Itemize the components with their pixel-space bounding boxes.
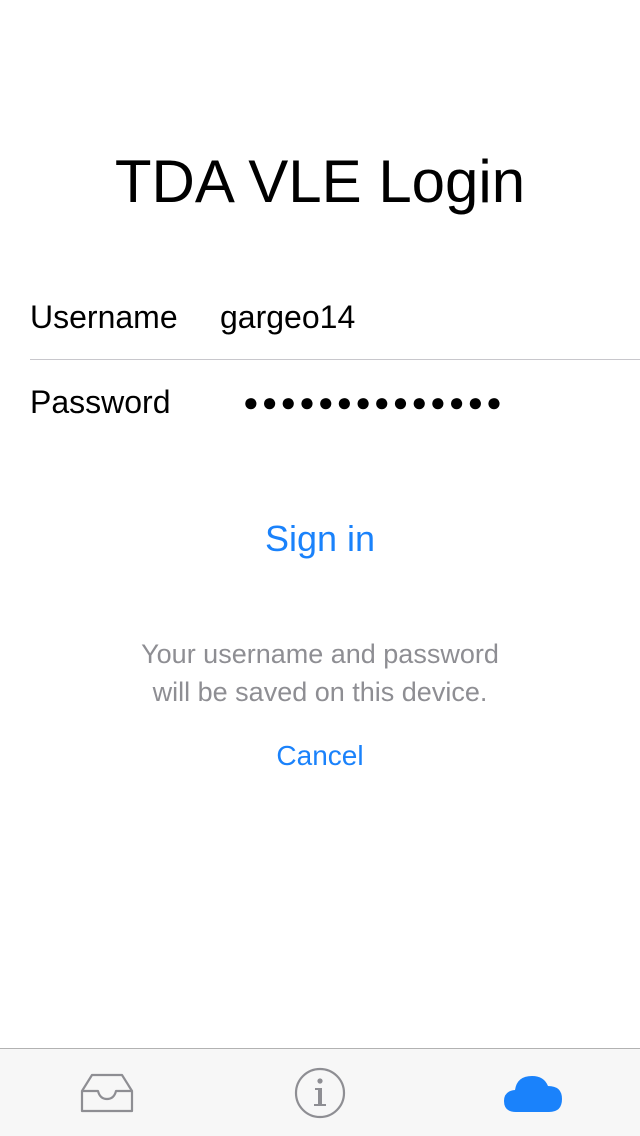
cancel-button[interactable]: Cancel (0, 740, 640, 772)
password-label: Password (30, 383, 171, 420)
info-icon (294, 1067, 346, 1119)
tab-inbox[interactable] (0, 1049, 213, 1136)
note-line-2: will be saved on this device. (152, 677, 488, 707)
tab-bar (0, 1048, 640, 1136)
note-line-1: Your username and password (141, 639, 499, 669)
tab-info[interactable] (213, 1049, 426, 1136)
username-label: Username (30, 298, 178, 335)
tab-cloud[interactable] (427, 1049, 640, 1136)
login-screen: TDA VLE Login Username Password ●●●●●●●●… (0, 0, 640, 1136)
cloud-icon (504, 1076, 563, 1112)
password-field[interactable]: ●●●●●●●●●●●●●● (243, 387, 640, 418)
inbox-icon (80, 1073, 133, 1113)
save-credentials-note: Your username and password will be saved… (0, 635, 640, 711)
username-row: Username (30, 275, 640, 360)
login-form: Username Password ●●●●●●●●●●●●●● (30, 275, 640, 444)
sign-in-button[interactable]: Sign in (0, 518, 640, 560)
username-field[interactable] (220, 298, 640, 336)
page-title: TDA VLE Login (114, 148, 526, 215)
password-row: Password ●●●●●●●●●●●●●● (30, 360, 640, 444)
